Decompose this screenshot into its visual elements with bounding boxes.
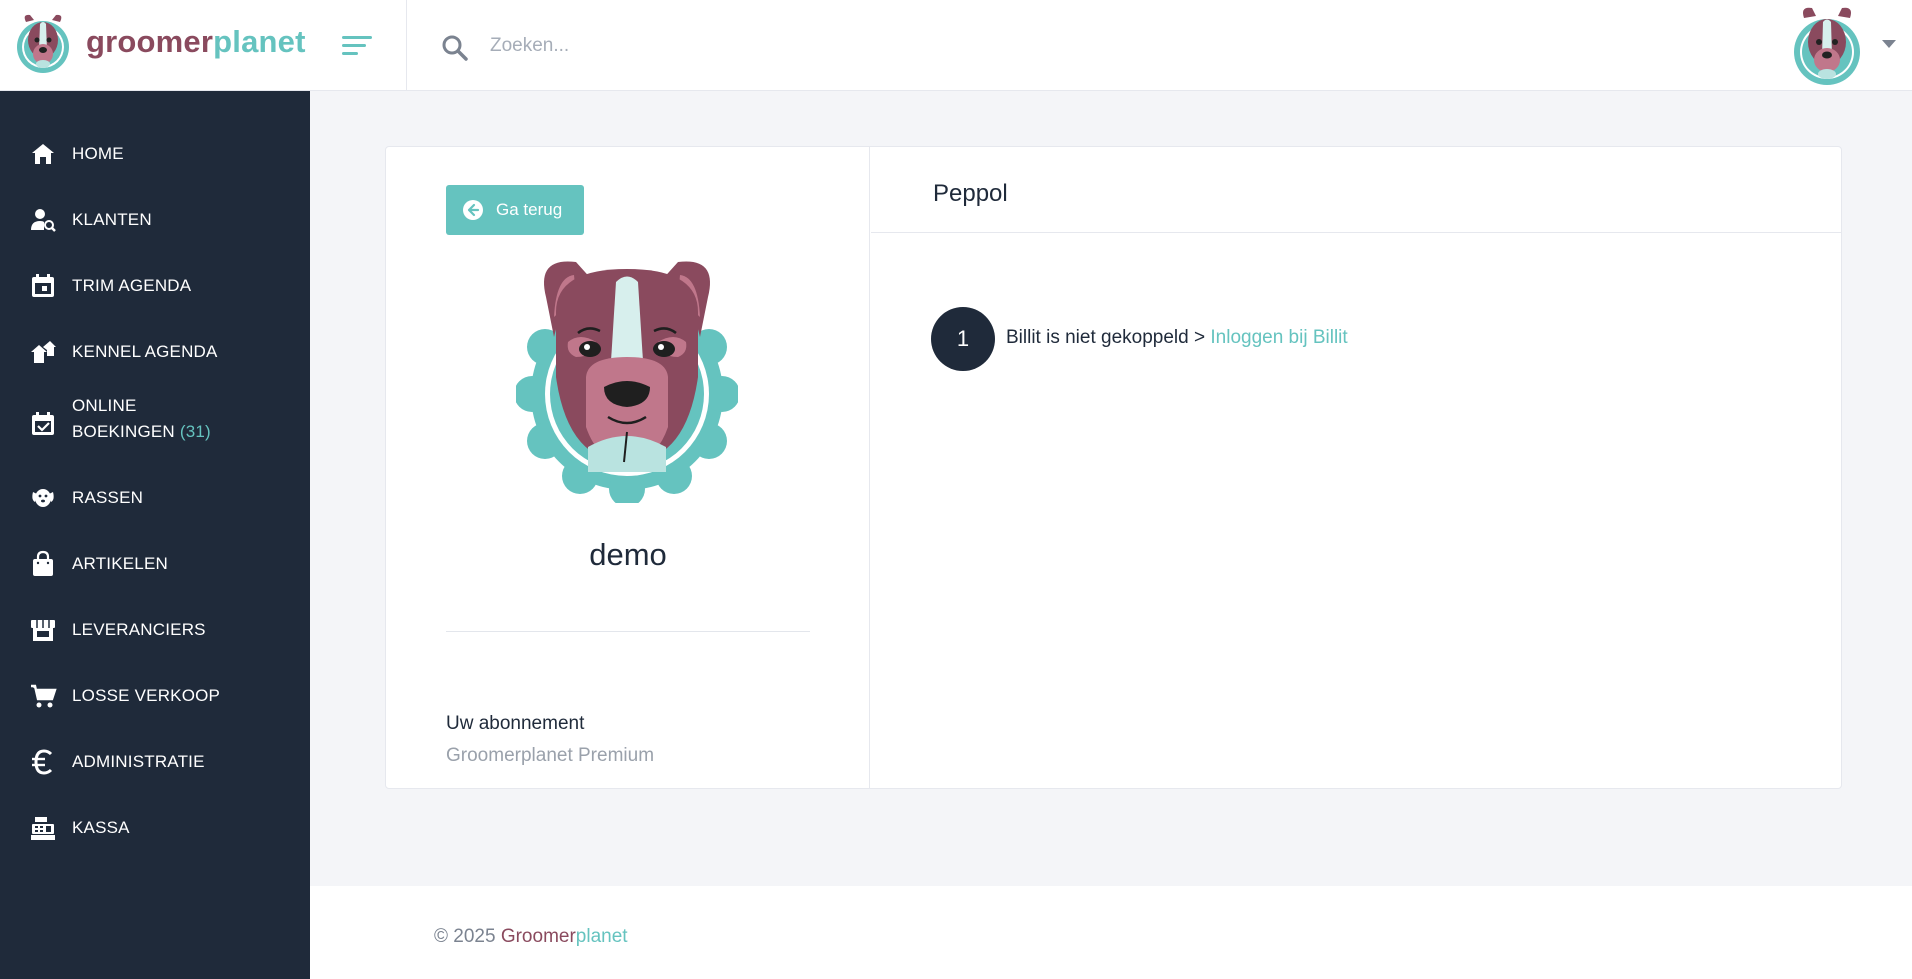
topbar: groomerplanet (0, 0, 1912, 91)
sidebar: HOME KLANTEN TRIM AGENDA KENNEL AGENDA O… (0, 91, 310, 979)
footer-brand-part2: planet (575, 926, 628, 947)
step-description: Billit is niet gekoppeld > Inloggen bij … (1006, 327, 1348, 349)
calendar-check-icon (32, 412, 54, 435)
back-button-label: Ga terug (496, 200, 563, 219)
brand-name[interactable]: groomerplanet (86, 24, 306, 60)
euro-icon (32, 749, 53, 775)
booking-count-badge: (31) (179, 422, 211, 441)
login-billit-link[interactable]: Inloggen bij Billit (1210, 327, 1347, 348)
search-input[interactable] (490, 28, 1090, 64)
footer: © 2025 Groomerplanet (310, 886, 1912, 979)
panel-title: Peppol (933, 180, 1008, 207)
sidebar-item-administratie[interactable]: ADMINISTRATIE (0, 739, 310, 785)
subscription-value: Groomerplanet Premium (446, 745, 655, 766)
panel-header: Peppol (871, 147, 1841, 233)
sidebar-item-label: ONLINE BOEKINGEN (31) (72, 393, 211, 445)
footer-brand-part1: Groomer (500, 926, 576, 947)
search-icon (442, 35, 468, 61)
houses-icon (31, 341, 56, 363)
sidebar-item-online-boekingen[interactable]: ONLINE BOEKINGEN (31) (0, 393, 310, 455)
user-search-icon (31, 209, 56, 232)
sidebar-item-leveranciers[interactable]: LEVERANCIERS (0, 607, 310, 653)
back-button[interactable]: Ga terug (446, 185, 584, 235)
home-icon (32, 144, 54, 164)
profile-card: Ga terug demo Uw abonnement Groomerplane… (385, 146, 1842, 789)
step-number-badge: 1 (931, 307, 995, 371)
sidebar-item-label-line1: ONLINE (72, 396, 137, 415)
sidebar-item-klanten[interactable]: KLANTEN (0, 197, 310, 243)
cash-register-icon (31, 817, 55, 840)
sidebar-item-label-line2: BOEKINGEN (72, 422, 175, 441)
sidebar-item-artikelen[interactable]: ARTIKELEN (0, 541, 310, 587)
profile-name: demo (589, 537, 667, 572)
peppol-panel: Peppol 1 Billit is niet gekoppeld > Inlo… (871, 147, 1841, 788)
footer-copyright: © 2025 Groomerplanet (434, 926, 628, 948)
sidebar-item-rassen[interactable]: RASSEN (0, 475, 310, 521)
shopping-bag-icon (33, 550, 53, 576)
sidebar-item-kennel-agenda[interactable]: KENNEL AGENDA (0, 329, 310, 375)
divider (446, 631, 810, 632)
brand-name-part1: groomer (86, 24, 214, 59)
calendar-icon (32, 274, 54, 297)
sidebar-item-losse-verkoop[interactable]: LOSSE VERKOOP (0, 673, 310, 719)
step-text: Billit is niet gekoppeld > (1006, 327, 1211, 348)
caret-down-icon[interactable] (1882, 40, 1896, 48)
sidebar-item-home[interactable]: HOME (0, 131, 310, 177)
dog-avatar-icon (516, 261, 738, 503)
cart-icon (31, 684, 57, 708)
sidebar-item-trim-agenda[interactable]: TRIM AGENDA (0, 263, 310, 309)
sidebar-item-label: KASSA (72, 818, 130, 837)
sidebar-item-label: LOSSE VERKOOP (72, 686, 221, 705)
dog-avatar-icon[interactable] (1788, 4, 1866, 88)
profile-panel: Ga terug demo Uw abonnement Groomerplane… (386, 147, 870, 788)
sidebar-item-kassa[interactable]: KASSA (0, 805, 310, 851)
hamburger-menu-icon[interactable] (340, 30, 376, 60)
sidebar-item-label: TRIM AGENDA (72, 276, 192, 295)
sidebar-item-label: ADMINISTRATIE (72, 752, 205, 771)
sidebar-item-label: RASSEN (72, 488, 144, 507)
brand: groomerplanet (0, 0, 407, 91)
subscription-label: Uw abonnement (446, 713, 585, 734)
arrow-left-circle-icon (463, 200, 483, 220)
sidebar-item-label: ARTIKELEN (72, 554, 168, 573)
copyright-text: © 2025 (434, 926, 501, 947)
sidebar-item-label: LEVERANCIERS (72, 620, 206, 639)
sidebar-item-label: HOME (72, 144, 124, 163)
brand-name-part2: planet (213, 24, 306, 59)
sidebar-item-label: KENNEL AGENDA (72, 342, 218, 361)
dog-face-icon (32, 489, 54, 507)
dog-logo-icon[interactable] (12, 10, 74, 76)
store-icon (31, 620, 55, 641)
sidebar-item-label: KLANTEN (72, 210, 152, 229)
